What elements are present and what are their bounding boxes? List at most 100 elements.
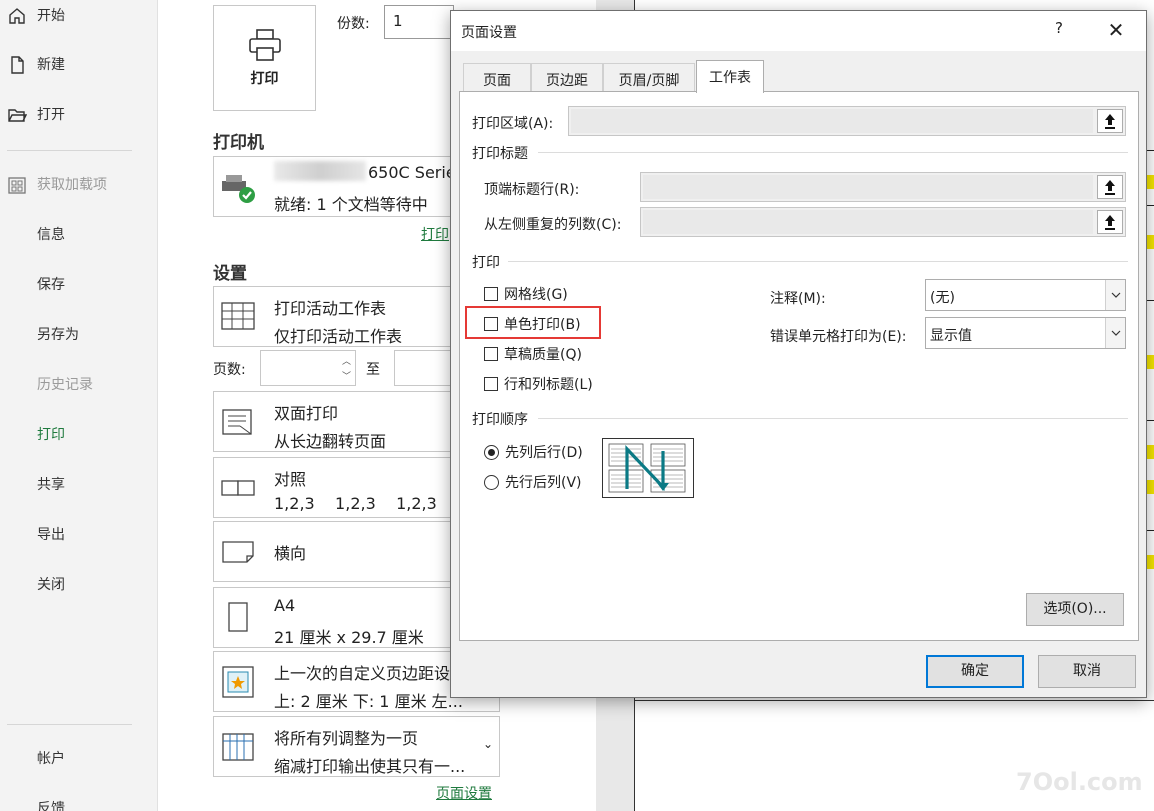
nav-label: 信息 xyxy=(37,227,65,243)
nav-print[interactable]: 打印 xyxy=(0,416,158,452)
nav-separator xyxy=(7,150,132,151)
nav-export[interactable]: 导出 xyxy=(0,516,158,552)
cols-repeat-input[interactable] xyxy=(640,207,1126,237)
tab-margins[interactable]: 页边距 xyxy=(531,63,603,92)
spin-down-icon[interactable]: ﹀ xyxy=(342,369,351,382)
printer-icon xyxy=(248,29,281,61)
sheet-tab-body: 打印区域(A): 打印标题 顶端标题行(R): 从左侧重复的列数(C): 打印 … xyxy=(459,91,1139,641)
printer-status: 就绪: 1 个文档等待中 xyxy=(274,195,428,214)
nav-history[interactable]: 历史记录 xyxy=(0,366,158,402)
collapse-dialog-icon[interactable] xyxy=(1097,210,1123,234)
nav-separator xyxy=(7,724,132,725)
nav-label: 历史记录 xyxy=(37,377,93,393)
option-print-what[interactable]: 打印活动工作表 仅打印活动工作表 xyxy=(213,286,453,347)
radio-circle xyxy=(484,444,499,460)
nav-account[interactable]: 帐户 xyxy=(0,740,158,776)
print-button[interactable]: 打印 xyxy=(213,5,316,111)
print-area-label: 打印区域(A): xyxy=(472,116,554,132)
tab-label: 工作表 xyxy=(709,70,751,86)
field-text-area xyxy=(643,210,1093,234)
nav-close[interactable]: 关闭 xyxy=(0,566,158,602)
cancel-button[interactable]: 取消 xyxy=(1038,655,1136,688)
tab-header-footer[interactable]: 页眉/页脚 xyxy=(603,63,695,92)
nav-label: 保存 xyxy=(37,277,65,293)
printer-name: 650C Serie xyxy=(368,163,456,182)
printer-properties-link[interactable]: 打印 xyxy=(421,224,449,244)
option-line1: 横向 xyxy=(274,544,307,563)
collate-icon xyxy=(221,480,255,496)
copies-input[interactable]: 1 xyxy=(384,5,454,39)
scaling-icon xyxy=(222,733,254,761)
pages-to-label: 至 xyxy=(366,362,380,378)
nav-new[interactable]: 新建 xyxy=(0,46,158,82)
ok-button[interactable]: 确定 xyxy=(926,655,1024,688)
printer-select[interactable]: 650C Serie 就绪: 1 个文档等待中 xyxy=(213,156,456,217)
options-button[interactable]: 选项(O)... xyxy=(1026,593,1124,626)
rows-repeat-input[interactable] xyxy=(640,172,1126,202)
nav-get-addins[interactable]: 获取加载项 xyxy=(0,166,158,202)
option-paper-size[interactable]: A4 21 厘米 x 29.7 厘米 xyxy=(213,587,453,648)
option-orientation[interactable]: 横向 xyxy=(213,521,453,582)
chevron-down-icon[interactable]: ⌄ xyxy=(483,737,493,751)
preview-page-edge xyxy=(635,700,1154,701)
option-duplex[interactable]: 双面打印 从长边翻转页面 xyxy=(213,391,453,452)
option-line1: 打印活动工作表 xyxy=(274,299,387,318)
home-icon xyxy=(9,8,25,24)
collapse-dialog-icon[interactable] xyxy=(1097,175,1123,199)
nav-label: 另存为 xyxy=(37,327,79,343)
copies-label: 份数: xyxy=(337,16,370,32)
printer-ready-icon xyxy=(222,175,255,203)
nav-label: 新建 xyxy=(37,57,65,73)
checkbox-box xyxy=(484,377,498,391)
chevron-down-icon[interactable] xyxy=(1105,280,1125,310)
nav-label: 开始 xyxy=(37,8,65,24)
sheet-grid-icon xyxy=(221,302,255,330)
tab-sheet[interactable]: 工作表 xyxy=(696,60,764,93)
checkbox-gridlines[interactable]: 网格线(G) xyxy=(484,284,568,304)
chevron-down-icon[interactable] xyxy=(1105,318,1125,348)
radio-down-then-over[interactable]: 先列后行(D) xyxy=(484,442,583,462)
option-line1: 将所有列调整为一页 xyxy=(274,729,419,748)
new-file-icon xyxy=(11,56,24,74)
errors-select[interactable]: 显示值 xyxy=(925,317,1126,349)
radio-over-then-down[interactable]: 先行后列(V) xyxy=(484,472,582,492)
tab-label: 页眉/页脚 xyxy=(618,73,680,89)
pages-to-input[interactable] xyxy=(394,350,452,386)
comments-select[interactable]: (无) xyxy=(925,279,1126,311)
page-setup-dialog: 页面设置 ? ✕ 页面 页边距 页眉/页脚 工作表 打印区域(A): 打印标题 … xyxy=(450,10,1147,698)
nav-save-as[interactable]: 另存为 xyxy=(0,316,158,352)
nav-feedback[interactable]: 反馈 xyxy=(0,790,158,811)
nav-label: 打印 xyxy=(37,427,65,443)
field-text-area xyxy=(571,109,1093,133)
page-setup-link[interactable]: 页面设置 xyxy=(436,783,492,803)
option-collate[interactable]: 对照 1,2,3 1,2,3 1,2,3 xyxy=(213,457,453,518)
nav-open[interactable]: 打开 xyxy=(0,96,158,132)
nav-save[interactable]: 保存 xyxy=(0,266,158,302)
help-icon[interactable]: ? xyxy=(1049,19,1069,41)
print-order-diagram xyxy=(608,443,686,493)
print-area-input[interactable] xyxy=(568,106,1126,136)
radio-circle xyxy=(484,474,499,490)
nav-info[interactable]: 信息 xyxy=(0,216,158,252)
dialog-title: 页面设置 xyxy=(461,25,517,41)
checkbox-box xyxy=(484,347,498,361)
checkbox-label: 网格线(G) xyxy=(504,287,568,303)
nav-home[interactable]: 开始 xyxy=(0,0,158,33)
close-icon[interactable]: ✕ xyxy=(1101,17,1131,43)
option-scaling[interactable]: 将所有列调整为一页 缩减打印输出使其只有一... ⌄ xyxy=(213,716,500,777)
rows-repeat-label: 顶端标题行(R): xyxy=(484,182,580,198)
option-line1: 双面打印 xyxy=(274,404,339,423)
spin-up-icon[interactable]: ︿ xyxy=(342,354,351,367)
option-line2: 21 厘米 x 29.7 厘米 xyxy=(274,628,424,647)
option-line1: 上一次的自定义页边距设 xyxy=(274,664,451,683)
pages-from-input[interactable]: ︿ ﹀ xyxy=(260,350,356,386)
checkbox-draft-quality[interactable]: 草稿质量(Q) xyxy=(484,344,582,364)
collapse-dialog-icon[interactable] xyxy=(1097,109,1123,133)
checkbox-row-col-headings[interactable]: 行和列标题(L) xyxy=(484,374,593,394)
duplex-icon xyxy=(222,409,252,435)
tab-page[interactable]: 页面 xyxy=(463,63,531,92)
button-label: 取消 xyxy=(1073,663,1101,679)
nav-label: 获取加载项 xyxy=(37,177,107,193)
nav-share[interactable]: 共享 xyxy=(0,466,158,502)
option-line2: 1,2,3 1,2,3 1,2,3 xyxy=(274,494,437,513)
